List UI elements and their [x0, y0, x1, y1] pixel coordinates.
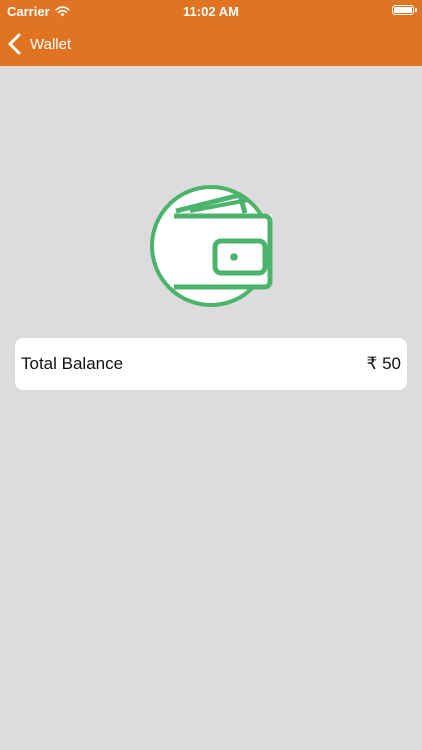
- total-balance-amount: ₹ 50: [366, 354, 401, 373]
- wallet-icon: [150, 185, 273, 307]
- chevron-left-icon: [8, 33, 21, 55]
- nav-bar: Wallet: [0, 22, 422, 66]
- header: Carrier 11:02 AM Wallet: [0, 0, 422, 66]
- battery-fill: [394, 7, 412, 13]
- total-balance-card: Total Balance ₹ 50: [15, 338, 407, 390]
- wallet-content: Total Balance ₹ 50: [0, 66, 422, 750]
- back-button[interactable]: Wallet: [6, 28, 71, 60]
- total-balance-label: Total Balance: [21, 354, 124, 373]
- status-bar: Carrier 11:02 AM: [0, 0, 422, 22]
- battery-icon: [392, 5, 417, 15]
- battery-nub: [415, 8, 417, 12]
- status-time: 11:02 AM: [183, 4, 239, 19]
- nav-title: Wallet: [30, 35, 72, 53]
